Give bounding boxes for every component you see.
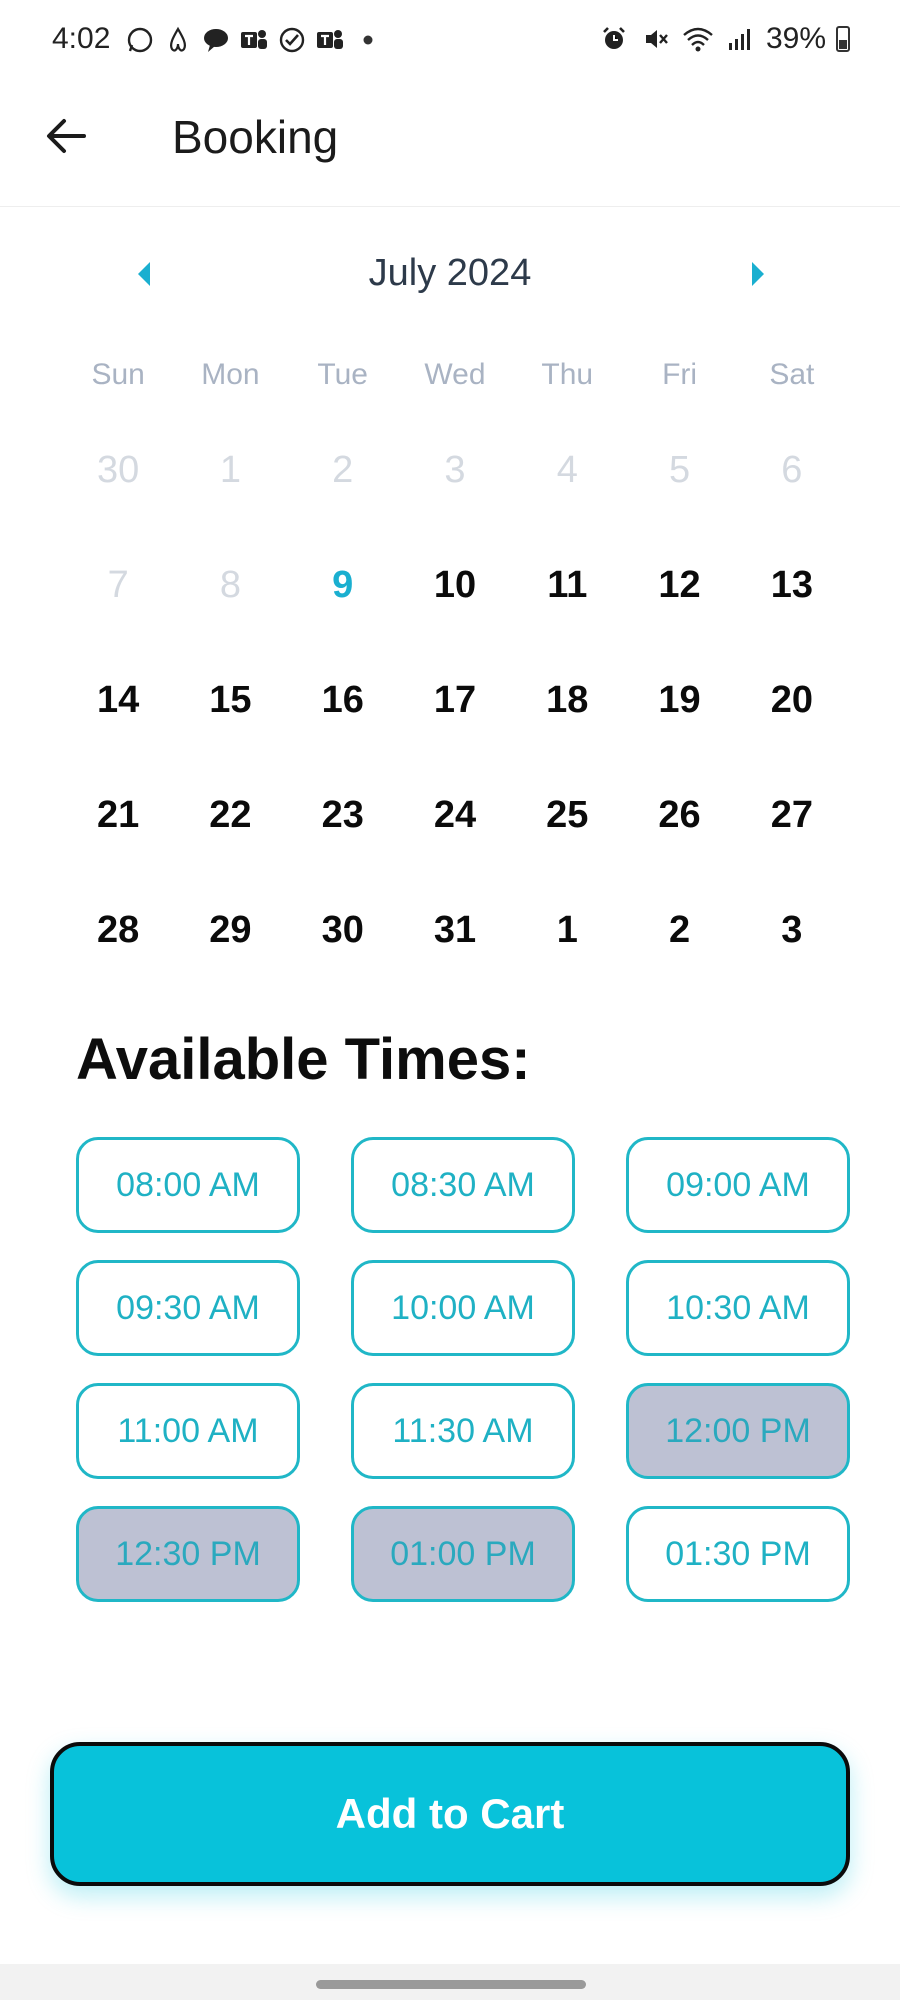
calendar-day[interactable]: 23: [287, 775, 399, 890]
dot-icon: [352, 24, 384, 56]
time-slot-button[interactable]: 11:00 AM: [76, 1383, 300, 1479]
calendar-day: 3: [444, 449, 466, 491]
calendar-day: 8: [219, 564, 241, 606]
calendar-day[interactable]: 18: [511, 660, 623, 775]
system-status: 39%: [598, 22, 850, 56]
check-circle-icon: [276, 24, 308, 56]
time-slot-button[interactable]: 01:00 PM: [351, 1506, 575, 1602]
weekday-label: Mon: [201, 358, 260, 391]
calendar-day: 6: [781, 449, 803, 491]
calendar-day[interactable]: 20: [736, 660, 848, 775]
mute-icon: [640, 23, 672, 55]
alarm-icon: [598, 23, 630, 55]
calendar-day[interactable]: 17: [399, 660, 511, 775]
time-slot-button[interactable]: 12:30 PM: [76, 1506, 300, 1602]
calendar-day[interactable]: 15: [174, 660, 286, 775]
page-title: Booking: [172, 111, 339, 163]
calendar-day: 4: [556, 449, 578, 491]
calendar-day: 1: [219, 449, 241, 491]
calendar-day[interactable]: 21: [62, 775, 174, 890]
calendar-day: 7: [107, 564, 129, 606]
calendar-day: 30: [97, 449, 140, 491]
time-slot-button[interactable]: 10:30 AM: [626, 1260, 850, 1356]
calendar-day[interactable]: 14: [62, 660, 174, 775]
notification-icons: [124, 24, 384, 56]
calendar-day[interactable]: 2: [623, 890, 735, 1005]
time-slots-grid: 08:00 AM 08:30 AM 09:00 AM 09:30 AM 10:00 AM…: [76, 1137, 851, 1602]
calendar-day[interactable]: 16: [287, 660, 399, 775]
weekday-label: Fri: [662, 358, 698, 391]
calendar-day[interactable]: 3: [736, 890, 848, 1005]
time-slot-button[interactable]: 10:00 AM: [351, 1260, 575, 1356]
back-button[interactable]: [36, 106, 96, 166]
calendar-day[interactable]: 24: [399, 775, 511, 890]
add-to-cart-button[interactable]: Add to Cart: [50, 1742, 850, 1886]
teams-icon: [238, 24, 270, 56]
calendar-day[interactable]: 25: [511, 775, 623, 890]
time-slot-button[interactable]: 08:30 AM: [351, 1137, 575, 1233]
calendar-day[interactable]: 22: [174, 775, 286, 890]
status-bar: 4:02 39%: [0, 0, 900, 80]
weekday-label: Sun: [91, 358, 145, 391]
weekday-label: Wed: [424, 358, 486, 391]
calendar-day-selected[interactable]: 9: [287, 545, 399, 660]
calendar-day[interactable]: 12: [623, 545, 735, 660]
chat-icon: [200, 24, 232, 56]
calendar-day: 2: [332, 449, 354, 491]
teams-icon: [314, 24, 346, 56]
time-slot-button[interactable]: 09:30 AM: [76, 1260, 300, 1356]
calendar-day[interactable]: 10: [399, 545, 511, 660]
signal-icon: [724, 23, 756, 55]
time-slot-button[interactable]: 08:00 AM: [76, 1137, 300, 1233]
weekday-label: Sat: [769, 358, 815, 391]
status-time: 4:02: [52, 22, 111, 55]
home-indicator[interactable]: [316, 1980, 586, 1989]
next-month-button[interactable]: [738, 254, 778, 294]
wifi-icon: [682, 23, 714, 55]
calendar-day[interactable]: 1: [511, 890, 623, 1005]
time-slot-button[interactable]: 12:00 PM: [626, 1383, 850, 1479]
calendar-day: 5: [668, 449, 691, 491]
calendar-day[interactable]: 29: [174, 890, 286, 1005]
time-slot-button[interactable]: 11:30 AM: [351, 1383, 575, 1479]
battery-percent: 39%: [765, 22, 826, 55]
calendar-day[interactable]: 31: [399, 890, 511, 1005]
calendar-day[interactable]: 28: [62, 890, 174, 1005]
calendar-day[interactable]: 26: [623, 775, 735, 890]
calendar-day[interactable]: 11: [511, 545, 623, 660]
weekday-label: Tue: [317, 358, 368, 391]
caret-right-icon: [752, 262, 764, 286]
calendar-day[interactable]: 13: [736, 545, 848, 660]
app-header: Booking: [0, 80, 900, 207]
calendar-day[interactable]: 30: [287, 890, 399, 1005]
calendar-day[interactable]: 27: [736, 775, 848, 890]
time-slot-button[interactable]: 01:30 PM: [626, 1506, 850, 1602]
calendar-days: 30 1 2 3 4 5 6 7 8 9 10 11 12 13 14 15 16 17 18 19 20 21 22 23 2…: [62, 430, 848, 1005]
battery-icon: [836, 26, 850, 52]
airbnb-icon: [162, 24, 194, 56]
available-times-title: Available Times:: [76, 1027, 531, 1092]
whatsapp-icon: [124, 24, 156, 56]
calendar-day[interactable]: 19: [623, 660, 735, 775]
arrow-left-icon: [47, 119, 86, 153]
time-slot-button[interactable]: 09:00 AM: [626, 1137, 850, 1233]
month-navigation: July 2024: [0, 240, 900, 310]
weekday-label: Thu: [541, 358, 594, 391]
weekday-header: Sun Mon Tue Wed Thu Fri Sat: [62, 358, 848, 392]
